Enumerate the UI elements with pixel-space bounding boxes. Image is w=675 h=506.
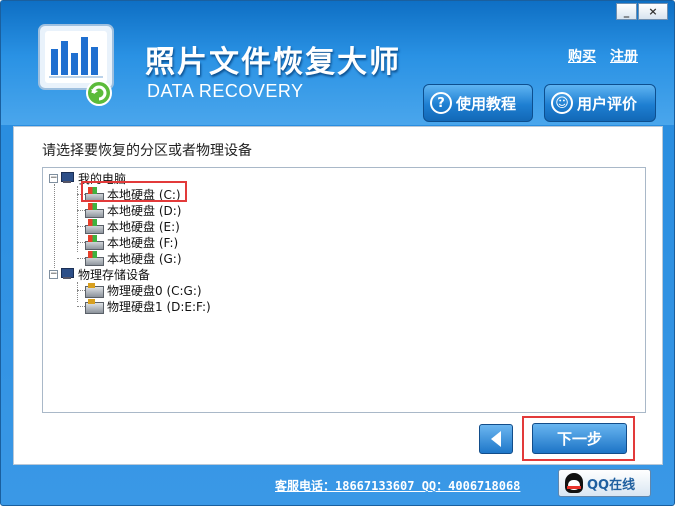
tree-group-label: 物理存储设备 bbox=[78, 267, 151, 282]
tutorial-button-label: 使用教程 bbox=[456, 94, 517, 113]
collapse-toggle[interactable]: − bbox=[49, 269, 58, 279]
close-button[interactable]: × bbox=[638, 3, 668, 20]
tree-line bbox=[77, 226, 85, 227]
tree-item-drive-f[interactable]: 本地硬盘 (F:) bbox=[85, 234, 178, 250]
tree-item-drive-e[interactable]: 本地硬盘 (E:) bbox=[85, 218, 180, 234]
collapse-toggle[interactable]: − bbox=[49, 173, 58, 183]
windows-drive-icon bbox=[85, 203, 104, 218]
tutorial-button[interactable]: ? 使用教程 bbox=[423, 84, 533, 122]
arrow-left-icon bbox=[491, 431, 501, 447]
main-panel: 请选择要恢复的分区或者物理设备 − 我的电脑 本地硬盘 (C:) 本地硬盘 (D… bbox=[13, 126, 663, 465]
tree-item-label: 本地硬盘 (D:) bbox=[107, 203, 182, 218]
back-button[interactable] bbox=[479, 424, 513, 454]
tree-item-label: 本地硬盘 (E:) bbox=[107, 219, 180, 234]
app-logo-icon bbox=[38, 24, 114, 106]
windows-drive-icon bbox=[85, 235, 104, 250]
windows-drive-icon bbox=[85, 219, 104, 234]
header: _ × 照片文件恢复大师 DATA RECOVERY 购买 注册 ? 使用教程 bbox=[1, 1, 674, 125]
tree-line bbox=[77, 282, 78, 302]
tree-item-label: 物理硬盘0 (C:G:) bbox=[107, 283, 202, 298]
tree-item-label: 本地硬盘 (F:) bbox=[107, 235, 179, 250]
review-icon: ☺ bbox=[551, 92, 573, 114]
reviews-button[interactable]: ☺ 用户评价 bbox=[544, 84, 656, 122]
qq-online-button[interactable]: QQ在线 bbox=[558, 469, 651, 497]
qq-online-label: QQ在线 bbox=[587, 477, 636, 493]
app-subtitle: DATA RECOVERY bbox=[147, 81, 304, 101]
qq-penguin-icon bbox=[565, 473, 583, 493]
device-tree: − 我的电脑 本地硬盘 (C:) 本地硬盘 (D:) 本地硬盘 (E:) 本地硬… bbox=[42, 167, 646, 413]
next-button-highlight: 下一步 bbox=[522, 416, 635, 461]
tree-item-label: 本地硬盘 (G:) bbox=[107, 251, 182, 266]
question-icon: ? bbox=[430, 92, 452, 114]
computer-icon bbox=[60, 268, 74, 280]
tree-item-drive-g[interactable]: 本地硬盘 (G:) bbox=[85, 250, 182, 266]
hard-disk-icon bbox=[85, 283, 104, 298]
tree-line bbox=[77, 242, 85, 243]
account-links: 购买 注册 bbox=[568, 46, 638, 66]
tree-group-physical-devices[interactable]: − 物理存储设备 bbox=[49, 266, 150, 282]
tree-line bbox=[54, 184, 55, 268]
minimize-button[interactable]: _ bbox=[616, 3, 637, 20]
tree-line bbox=[77, 290, 85, 291]
hard-disk-icon bbox=[85, 299, 104, 314]
windows-drive-icon bbox=[85, 251, 104, 266]
selection-highlight bbox=[81, 181, 187, 202]
window-controls: _ × bbox=[615, 3, 668, 20]
buy-link[interactable]: 购买 bbox=[568, 46, 596, 66]
tree-item-physical-disk-0[interactable]: 物理硬盘0 (C:G:) bbox=[85, 282, 202, 298]
computer-icon bbox=[60, 172, 74, 184]
support-contact[interactable]: 客服电话：18667133607 QQ：4006718068 bbox=[275, 477, 520, 494]
next-button[interactable]: 下一步 bbox=[532, 423, 627, 454]
tree-item-label: 物理硬盘1 (D:E:F:) bbox=[107, 299, 211, 314]
reviews-button-label: 用户评价 bbox=[577, 94, 638, 113]
register-link[interactable]: 注册 bbox=[610, 46, 638, 66]
tree-line bbox=[77, 258, 85, 259]
app-window: _ × 照片文件恢复大师 DATA RECOVERY 购买 注册 ? 使用教程 bbox=[0, 0, 675, 506]
tree-line bbox=[77, 210, 85, 211]
tree-item-drive-d[interactable]: 本地硬盘 (D:) bbox=[85, 202, 181, 218]
page-prompt: 请选择要恢复的分区或者物理设备 bbox=[42, 143, 252, 159]
tree-item-physical-disk-1[interactable]: 物理硬盘1 (D:E:F:) bbox=[85, 298, 211, 314]
app-title: 照片文件恢复大师 bbox=[145, 45, 401, 80]
tree-line bbox=[77, 306, 85, 307]
